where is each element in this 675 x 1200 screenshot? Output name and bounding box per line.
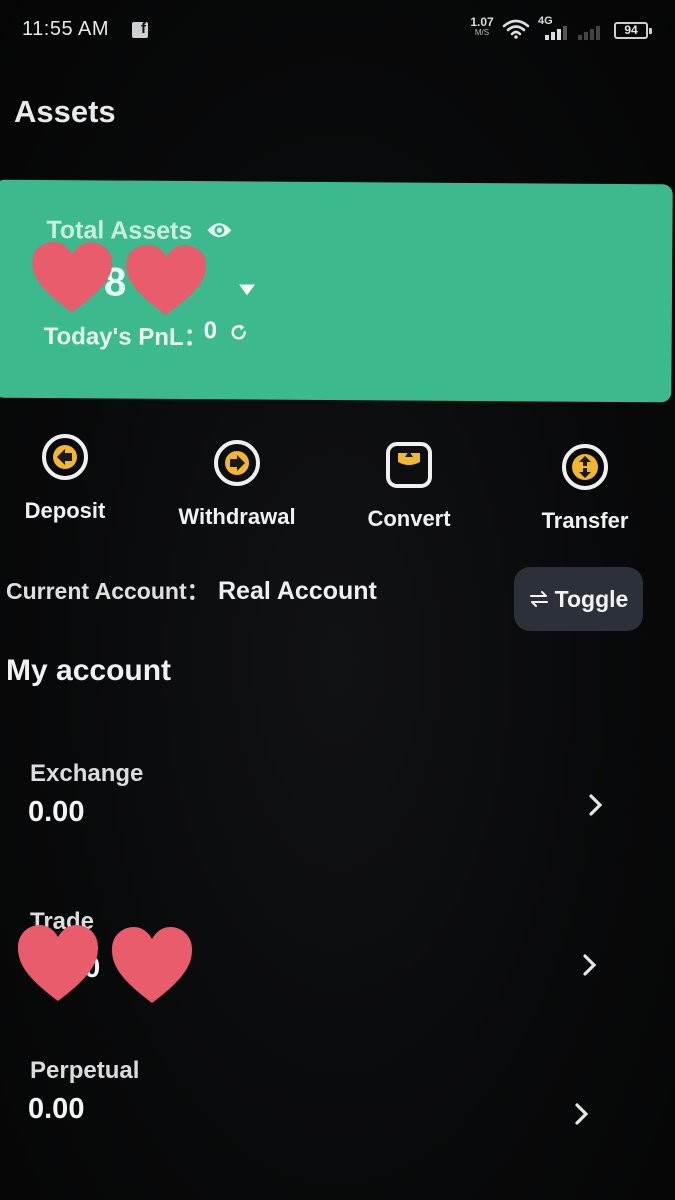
- page-title: Assets: [14, 94, 116, 129]
- transfer-icon: [560, 442, 610, 492]
- eye-icon[interactable]: [206, 221, 232, 239]
- account-row-perpetual[interactable]: Perpetual 0.00: [0, 1057, 640, 1187]
- wifi-icon: [502, 19, 530, 39]
- battery-icon: 94: [614, 22, 652, 39]
- current-account-label: Current Account：: [6, 578, 210, 604]
- facebook-notification-icon: [132, 20, 148, 38]
- hearts-sticker: [18, 925, 192, 1003]
- account-name: Exchange: [30, 760, 144, 787]
- network-speed-unit: M/S: [474, 28, 490, 37]
- deposit-label: Deposit: [24, 498, 106, 523]
- withdrawal-button[interactable]: Withdrawal: [162, 438, 312, 530]
- convert-label: Convert: [367, 506, 451, 531]
- withdrawal-icon: [212, 438, 262, 488]
- network-speed-value: 1.07: [470, 15, 494, 29]
- total-assets-card: Total Assets 8 Today's PnL： 0: [0, 179, 673, 403]
- account-name: Perpetual: [30, 1057, 140, 1084]
- account-amount: 0.00: [28, 1093, 85, 1125]
- transfer-button[interactable]: Transfer: [510, 442, 660, 534]
- swap-icon: [529, 591, 548, 607]
- current-account-value: Real Account: [218, 577, 377, 605]
- signal-icon: [545, 26, 567, 40]
- signal-secondary-icon: [578, 26, 600, 40]
- chevron-right-icon: [575, 1103, 589, 1125]
- chevron-right-icon: [583, 954, 597, 976]
- account-amount: 0.00: [28, 796, 85, 828]
- assets-screen: 11:55 AM 1.07 M/S 4G 94 Assets: [0, 0, 675, 1200]
- transfer-label: Transfer: [541, 508, 629, 533]
- deposit-button[interactable]: Deposit: [0, 432, 140, 524]
- deposit-icon: [40, 432, 90, 482]
- chevron-right-icon: [589, 794, 603, 816]
- status-time: 11:55 AM: [22, 18, 110, 40]
- todays-pnl-value: 0: [203, 317, 218, 345]
- todays-pnl-label: Today's PnL：: [43, 322, 208, 352]
- withdrawal-label: Withdrawal: [178, 504, 296, 529]
- convert-button[interactable]: Convert: [334, 440, 484, 532]
- toggle-account-button[interactable]: Toggle: [514, 567, 643, 631]
- hearts-sticker: [32, 242, 207, 315]
- caret-down-icon[interactable]: [239, 284, 256, 296]
- convert-icon: [384, 440, 434, 490]
- refresh-icon[interactable]: [230, 323, 248, 341]
- toggle-label: Toggle: [554, 585, 629, 612]
- network-speed: 1.07 M/S: [468, 16, 496, 37]
- my-account-title: My account: [6, 654, 172, 687]
- account-row-exchange[interactable]: Exchange 0.00: [0, 760, 640, 890]
- status-bar: 11:55 AM 1.07 M/S 4G 94: [0, 0, 675, 62]
